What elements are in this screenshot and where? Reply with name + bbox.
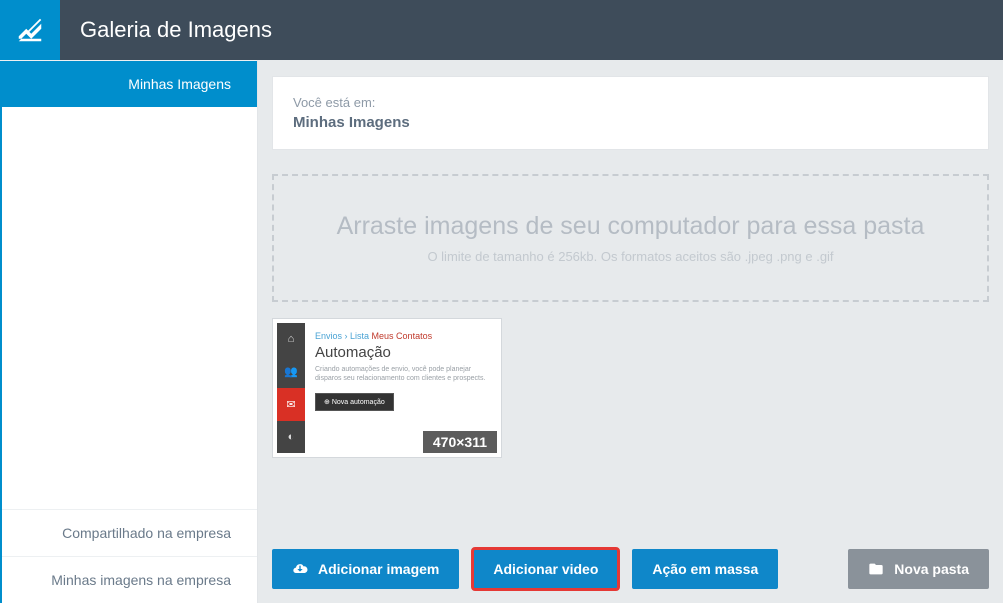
breadcrumb-label: Você está em: bbox=[293, 95, 968, 110]
sidebar: Minhas Imagens Compartilhado na empresa … bbox=[0, 60, 258, 603]
breadcrumb-current: Minhas Imagens bbox=[293, 114, 968, 131]
folder-icon bbox=[868, 561, 884, 577]
globe-icon: ◐ bbox=[277, 421, 305, 454]
main-panel: Você está em: Minhas Imagens Arraste ima… bbox=[258, 60, 1003, 603]
page-title: Galeria de Imagens bbox=[80, 17, 272, 43]
add-image-button[interactable]: Adicionar imagem bbox=[272, 549, 459, 589]
image-thumbnail[interactable]: ⌂ 👥 ✉ ◐ Envios › Lista Meus Contatos Aut… bbox=[272, 318, 502, 458]
bulk-action-button[interactable]: Ação em massa bbox=[632, 549, 778, 589]
sidebar-item-my-company-images[interactable]: Minhas imagens na empresa bbox=[0, 556, 257, 603]
sidebar-item-shared-company[interactable]: Compartilhado na empresa bbox=[0, 509, 257, 556]
dropzone-sub: O limite de tamanho é 256kb. Os formatos… bbox=[284, 249, 977, 264]
users-icon: 👥 bbox=[277, 356, 305, 389]
thumb-button: ⊕ Nova automação bbox=[315, 393, 394, 411]
action-bar: Adicionar imagem Adicionar video Ação em… bbox=[272, 519, 989, 589]
thumb-dimensions-badge: 470×311 bbox=[423, 431, 497, 453]
app-header: Galeria de Imagens bbox=[0, 0, 1003, 60]
mail-icon: ✉ bbox=[277, 388, 305, 421]
breadcrumb: Você está em: Minhas Imagens bbox=[272, 76, 989, 150]
thumb-title: Automação bbox=[315, 344, 487, 361]
home-icon: ⌂ bbox=[277, 323, 305, 356]
dropzone[interactable]: Arraste imagens de seu computador para e… bbox=[272, 174, 989, 302]
new-folder-button[interactable]: Nova pasta bbox=[848, 549, 989, 589]
add-video-button[interactable]: Adicionar video bbox=[473, 549, 618, 589]
sidebar-item-my-images[interactable]: Minhas Imagens bbox=[0, 60, 257, 107]
thumb-breadcrumb: Envios › Lista Meus Contatos bbox=[315, 331, 487, 341]
cloud-upload-icon bbox=[292, 561, 308, 577]
dropzone-title: Arraste imagens de seu computador para e… bbox=[284, 212, 977, 241]
app-icon bbox=[0, 0, 60, 60]
thumb-desc: Criando automações de envio, você pode p… bbox=[315, 365, 487, 383]
